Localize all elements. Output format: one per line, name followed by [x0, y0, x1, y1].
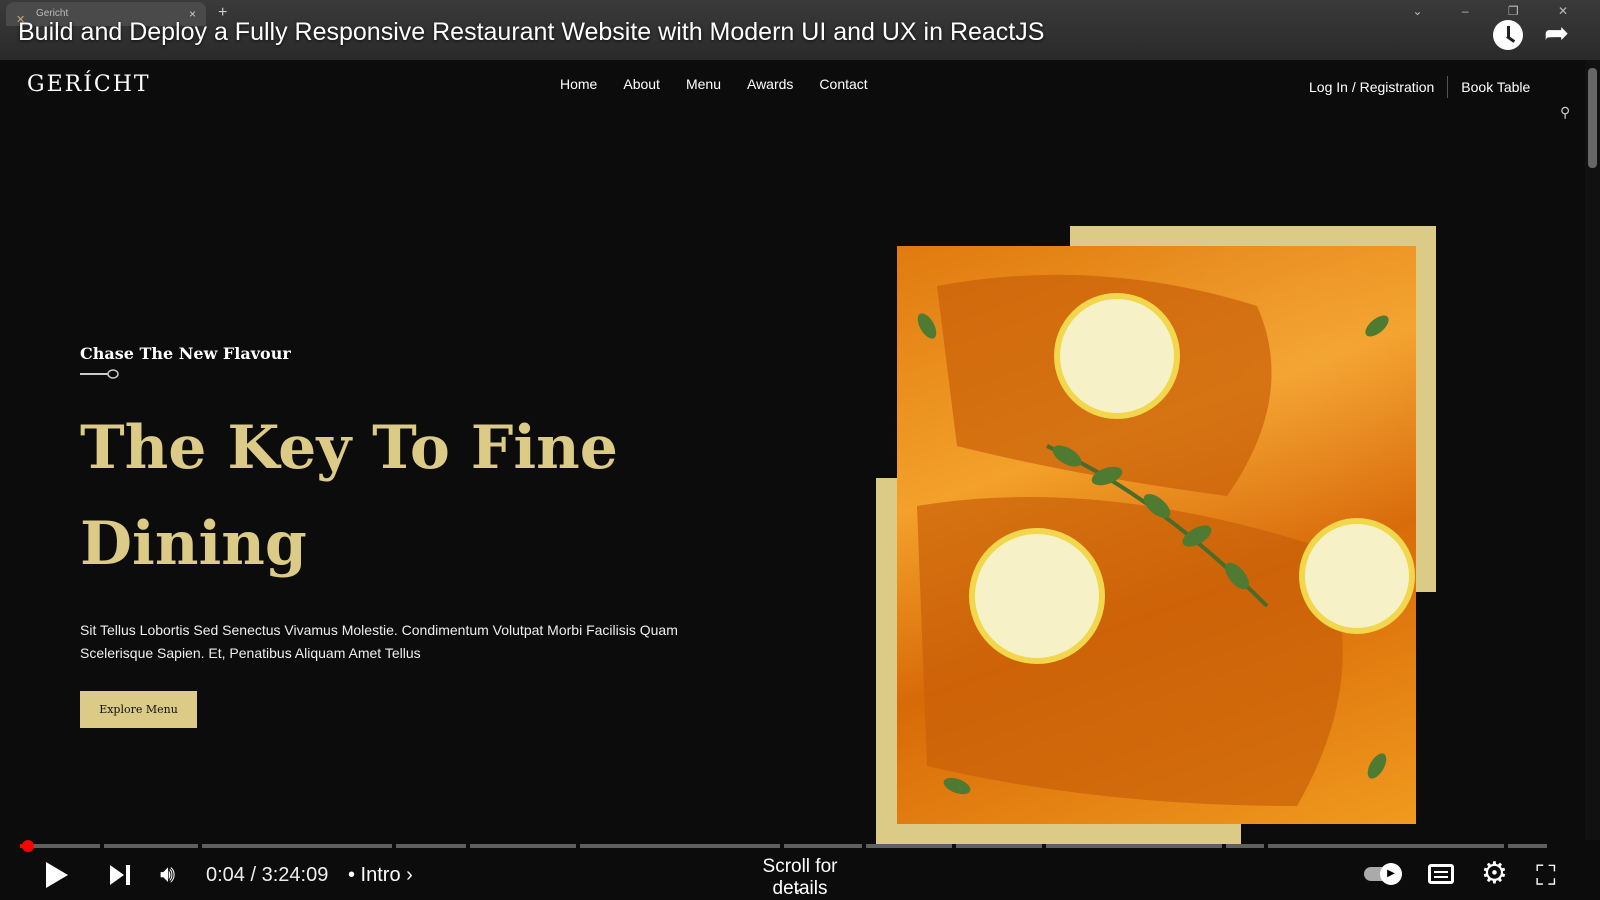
site-navbar: GERÍCHT Home About Menu Awards Contact L… [0, 60, 1585, 110]
food-illustration [917, 274, 1415, 806]
book-table-link[interactable]: Book Table [1461, 79, 1530, 95]
chapter-segment[interactable] [784, 844, 862, 848]
chapter-segment[interactable] [1046, 844, 1222, 848]
nav-link-menu[interactable]: Menu [686, 76, 721, 92]
hero-food-image [897, 246, 1416, 824]
chapter-segment[interactable] [1268, 844, 1504, 848]
chapter-segment[interactable] [580, 844, 780, 848]
time-display: 0:04 / 3:24:09 [206, 864, 329, 886]
hero-subtitle: Chase The New Flavour [80, 344, 291, 363]
video-progress-bar[interactable] [20, 840, 1577, 852]
nav-link-home[interactable]: Home [560, 76, 597, 92]
share-icon[interactable]: ➦ [1544, 16, 1569, 51]
hero-title: The Key To Fine Dining [80, 413, 618, 579]
video-title[interactable]: Build and Deploy a Fully Responsive Rest… [18, 18, 1044, 47]
nav-link-awards[interactable]: Awards [747, 76, 793, 92]
next-icon[interactable] [110, 864, 132, 886]
volume-icon[interactable]: 🔊︎ [160, 861, 175, 889]
chevron-down-icon[interactable]: ⌄ [792, 879, 804, 896]
nav-link-contact[interactable]: Contact [819, 76, 867, 92]
hero-description: Sit Tellus Lobortis Sed Senectus Vivamus… [80, 622, 678, 661]
page-scrollbar[interactable] [1585, 60, 1600, 840]
chapter-segment[interactable] [1508, 844, 1547, 848]
login-link[interactable]: Log In / Registration [1309, 79, 1434, 95]
chapter-segment[interactable] [470, 844, 576, 848]
explore-menu-button[interactable]: Explore Menu [80, 691, 197, 728]
chapter-segment[interactable] [202, 844, 392, 848]
fullscreen-exit-icon[interactable]: ⛶ [1536, 860, 1556, 893]
nav-links: Home About Menu Awards Contact [560, 76, 868, 92]
chapter-segment[interactable] [956, 844, 1042, 848]
chapter-segment[interactable] [1226, 844, 1264, 848]
player-controls: 🔊︎ 0:04 / 3:24:09 • Intro › Scroll for d… [0, 852, 1600, 900]
nav-link-about[interactable]: About [623, 76, 660, 92]
site-logo[interactable]: GERÍCHT [27, 72, 151, 97]
chapter-title[interactable]: • Intro › [348, 864, 413, 887]
gear-icon[interactable]: ⚙ [1481, 856, 1508, 891]
clock-icon[interactable] [1493, 20, 1523, 50]
chapter-segment[interactable] [104, 844, 198, 848]
autoplay-toggle-icon[interactable] [1364, 863, 1402, 885]
play-icon[interactable] [46, 862, 68, 888]
spoon-icon [80, 369, 119, 379]
scroll-assist-icon[interactable]: ⚲ [1560, 104, 1570, 121]
scrollbar-thumb[interactable] [1588, 68, 1597, 168]
nav-right: Log In / Registration Book Table [1309, 76, 1530, 98]
captions-icon[interactable] [1428, 864, 1454, 884]
progress-scrubber[interactable] [22, 840, 34, 852]
chapter-segment[interactable] [396, 844, 466, 848]
chapter-segment[interactable] [866, 844, 952, 848]
nav-divider [1447, 76, 1449, 98]
